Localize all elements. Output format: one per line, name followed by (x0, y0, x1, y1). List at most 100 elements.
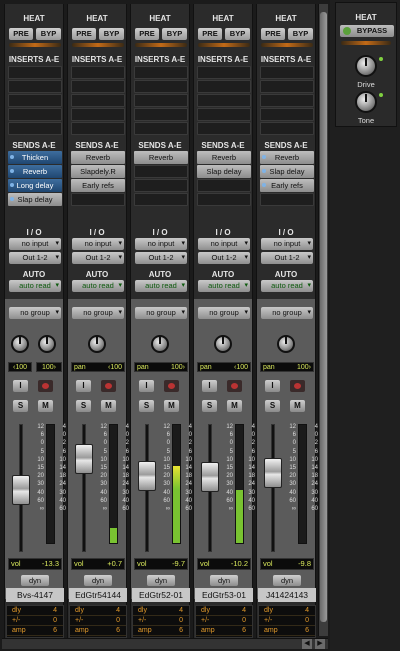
track-name[interactable]: J41424143 (258, 588, 316, 602)
insert-slot[interactable] (260, 80, 314, 93)
output-selector[interactable]: Out 1-2 (135, 252, 187, 264)
insert-slot[interactable] (71, 94, 125, 107)
track-comments[interactable]: dly 4 +/- 0 amp 6 (195, 605, 253, 638)
group-selector[interactable]: no group (198, 307, 250, 319)
insert-slot[interactable] (71, 80, 125, 93)
insert-slot[interactable] (8, 108, 62, 121)
insert-slot[interactable] (260, 108, 314, 121)
track-comments[interactable]: dly 4 +/- 0 amp 6 (69, 605, 127, 638)
mute-button[interactable]: M (227, 400, 242, 412)
dyn-button[interactable]: dyn (147, 575, 175, 586)
send-slot[interactable]: Long delay (8, 179, 62, 192)
input-monitor-button[interactable]: I (13, 380, 28, 392)
output-selector[interactable]: Out 1-2 (72, 252, 124, 264)
solo-button[interactable]: S (139, 400, 154, 412)
send-slot[interactable]: Slap delay (8, 193, 62, 206)
pan-knob[interactable] (88, 335, 106, 353)
input-monitor-button[interactable]: I (76, 380, 91, 392)
track-name[interactable]: EdGtr52-01 (132, 588, 190, 602)
volume-fader[interactable] (138, 461, 156, 491)
send-slot[interactable]: Slap delay (260, 165, 314, 178)
send-slot[interactable]: Slap delay (197, 165, 251, 178)
send-slot[interactable] (134, 193, 188, 206)
record-arm-button[interactable] (290, 380, 305, 392)
send-slot[interactable]: Reverb (8, 165, 62, 178)
send-slot[interactable]: Early refs (71, 179, 125, 192)
send-slot[interactable]: Slapdely.R (71, 165, 125, 178)
insert-slot[interactable] (134, 122, 188, 135)
automation-mode-selector[interactable]: auto read (9, 280, 61, 292)
vertical-scrollbar[interactable] (318, 4, 328, 636)
send-slot[interactable] (197, 193, 251, 206)
record-arm-button[interactable] (164, 380, 179, 392)
group-selector[interactable]: no group (135, 307, 187, 319)
input-monitor-button[interactable]: I (139, 380, 154, 392)
heat-bypass-button[interactable]: BYP (162, 28, 187, 40)
send-slot[interactable]: Reverb (134, 151, 188, 164)
group-selector[interactable]: no group (261, 307, 313, 319)
track-name[interactable]: EdGtr54144 (69, 588, 127, 602)
insert-slot[interactable] (197, 80, 251, 93)
scroll-right-arrow-icon[interactable]: ▶ (315, 639, 325, 649)
solo-button[interactable]: S (265, 400, 280, 412)
send-slot[interactable] (134, 179, 188, 192)
insert-slot[interactable] (197, 122, 251, 135)
send-slot[interactable]: Thicken (8, 151, 62, 164)
solo-button[interactable]: S (13, 400, 28, 412)
send-slot[interactable]: Reverb (260, 151, 314, 164)
vertical-scroll-thumb[interactable] (320, 12, 327, 622)
solo-button[interactable]: S (76, 400, 91, 412)
send-slot[interactable] (71, 193, 125, 206)
solo-button[interactable]: S (202, 400, 217, 412)
volume-fader[interactable] (75, 444, 93, 474)
volume-fader[interactable] (12, 475, 30, 505)
dyn-button[interactable]: dyn (84, 575, 112, 586)
group-selector[interactable]: no group (9, 307, 61, 319)
output-selector[interactable]: Out 1-2 (198, 252, 250, 264)
insert-slot[interactable] (8, 66, 62, 79)
scroll-left-arrow-icon[interactable]: ◀ (302, 639, 312, 649)
output-selector[interactable]: Out 1-2 (261, 252, 313, 264)
send-slot[interactable]: Reverb (197, 151, 251, 164)
plugin-bypass-button[interactable]: BYPASS (340, 25, 394, 37)
insert-slot[interactable] (197, 108, 251, 121)
dyn-button[interactable]: dyn (210, 575, 238, 586)
record-arm-button[interactable] (101, 380, 116, 392)
track-comments[interactable]: dly 4 +/- 0 amp 6 (6, 605, 64, 638)
horizontal-scrollbar[interactable]: ◀ ▶ (2, 638, 328, 649)
track-name[interactable]: EdGtr53-01 (195, 588, 253, 602)
dyn-button[interactable]: dyn (273, 575, 301, 586)
insert-slot[interactable] (8, 122, 62, 135)
send-slot[interactable] (260, 193, 314, 206)
heat-bypass-button[interactable]: BYP (36, 28, 61, 40)
input-selector[interactable]: no input (198, 238, 250, 250)
input-selector[interactable]: no input (261, 238, 313, 250)
pan-knob[interactable] (151, 335, 169, 353)
automation-mode-selector[interactable]: auto read (198, 280, 250, 292)
input-selector[interactable]: no input (9, 238, 61, 250)
insert-slot[interactable] (197, 66, 251, 79)
insert-slot[interactable] (71, 66, 125, 79)
heat-pre-button[interactable]: PRE (9, 28, 33, 40)
heat-pre-button[interactable]: PRE (135, 28, 159, 40)
insert-slot[interactable] (260, 66, 314, 79)
heat-pre-button[interactable]: PRE (72, 28, 96, 40)
insert-slot[interactable] (134, 80, 188, 93)
track-comments[interactable]: dly 4 +/- 0 amp 6 (258, 605, 316, 638)
record-arm-button[interactable] (227, 380, 242, 392)
insert-slot[interactable] (71, 108, 125, 121)
input-monitor-button[interactable]: I (202, 380, 217, 392)
automation-mode-selector[interactable]: auto read (261, 280, 313, 292)
pan-right-knob[interactable] (38, 335, 56, 353)
send-slot[interactable] (197, 179, 251, 192)
insert-slot[interactable] (71, 122, 125, 135)
heat-pre-button[interactable]: PRE (261, 28, 285, 40)
track-name[interactable]: Bvs-4147 (6, 588, 64, 602)
send-slot[interactable]: Reverb (71, 151, 125, 164)
heat-pre-button[interactable]: PRE (198, 28, 222, 40)
mute-button[interactable]: M (101, 400, 116, 412)
track-comments[interactable]: dly 4 +/- 0 amp 6 (132, 605, 190, 638)
input-selector[interactable]: no input (72, 238, 124, 250)
heat-bypass-button[interactable]: BYP (288, 28, 313, 40)
mute-button[interactable]: M (38, 400, 53, 412)
